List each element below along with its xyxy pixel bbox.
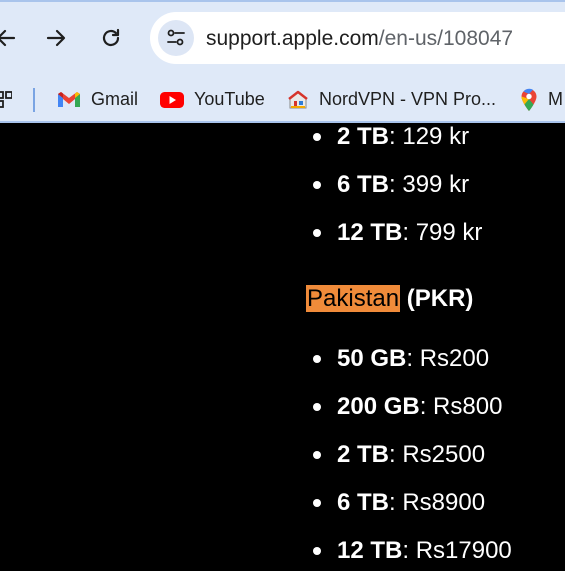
storage-size: 200 GB — [337, 393, 420, 420]
bookmark-label: NordVPN - VPN Pro... — [319, 89, 497, 109]
tune-icon — [167, 29, 185, 46]
reload-button[interactable] — [97, 24, 125, 52]
address-bar[interactable]: support.apple.com/en-us/108047 — [150, 12, 565, 64]
storage-price: : 399 kr — [389, 171, 470, 198]
page-content: 2 TB: 129 kr 6 TB: 399 kr 12 TB: 799 kr … — [0, 123, 565, 571]
reload-icon — [102, 28, 120, 47]
bookmark-nordvpn[interactable]: NordVPN - VPN Pro... — [287, 78, 496, 121]
list-item: 50 GB: Rs200 — [313, 347, 512, 395]
storage-price: : Rs800 — [419, 393, 503, 420]
list-item: 6 TB: 399 kr — [313, 173, 482, 221]
browser-toolbar: support.apple.com/en-us/108047 — [0, 0, 565, 78]
storage-price: : 799 kr — [402, 219, 483, 246]
url-path: /en-us/108047 — [378, 27, 514, 50]
arrow-left-icon — [0, 29, 16, 47]
storage-size: 6 TB — [337, 489, 390, 516]
youtube-icon — [160, 91, 184, 109]
storage-size: 6 TB — [337, 171, 390, 198]
forward-button[interactable] — [42, 24, 70, 52]
bookmark-maps[interactable]: M — [520, 78, 563, 121]
bookmark-youtube[interactable]: YouTube — [160, 78, 265, 121]
bookmarks-separator — [33, 88, 35, 112]
storage-price: : Rs200 — [406, 345, 490, 372]
bookmark-gmail[interactable]: Gmail — [57, 78, 138, 121]
apps-grid-icon — [0, 90, 12, 108]
list-item: 6 TB: Rs8900 — [313, 491, 512, 539]
list-item: 2 TB: Rs2500 — [313, 443, 512, 491]
list-item: 12 TB: Rs17900 — [313, 539, 512, 571]
url-text[interactable]: support.apple.com/en-us/108047 — [206, 26, 513, 52]
bookmark-label: M — [548, 89, 563, 109]
pakistan-price-list: 50 GB: Rs200 200 GB: Rs800 2 TB: Rs2500 … — [313, 347, 512, 571]
arrow-right-icon — [46, 29, 66, 47]
previous-price-list: 2 TB: 129 kr 6 TB: 399 kr 12 TB: 799 kr — [313, 125, 482, 269]
gmail-icon — [57, 91, 81, 109]
storage-size: 50 GB — [337, 345, 407, 372]
storage-price: : 129 kr — [389, 123, 470, 150]
apps-button[interactable] — [0, 78, 12, 121]
back-button[interactable] — [0, 24, 20, 52]
site-info-button[interactable] — [158, 20, 194, 56]
storage-size: 2 TB — [337, 441, 390, 468]
list-item: 12 TB: 799 kr — [313, 221, 482, 269]
storage-size: 2 TB — [337, 123, 390, 150]
storage-size: 12 TB — [337, 219, 403, 246]
list-item: 200 GB: Rs800 — [313, 395, 512, 443]
search-highlight: Pakistan — [306, 285, 401, 312]
bookmark-label: YouTube — [194, 89, 265, 109]
currency-code: (PKR) — [400, 285, 474, 312]
maps-icon — [520, 88, 538, 112]
storage-size: 12 TB — [337, 537, 403, 564]
list-item: 2 TB: 129 kr — [313, 125, 482, 173]
country-heading: Pakistan (PKR) — [306, 285, 473, 313]
storage-price: : Rs17900 — [402, 537, 512, 564]
url-domain: support.apple.com — [206, 27, 379, 50]
bookmark-label: Gmail — [91, 89, 139, 109]
storage-price: : Rs8900 — [389, 489, 486, 516]
bookmarks-bar: Gmail YouTube NordVPN - VPN Pro... M — [0, 78, 565, 123]
nordvpn-icon — [287, 89, 309, 111]
storage-price: : Rs2500 — [389, 441, 486, 468]
